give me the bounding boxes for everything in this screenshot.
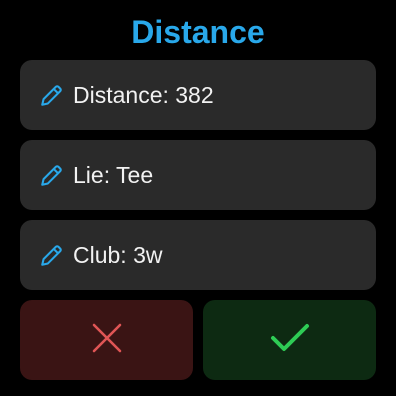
lie-field-label: Lie: Tee <box>73 162 154 188</box>
cancel-button[interactable] <box>20 300 193 380</box>
checkmark-icon <box>270 322 310 359</box>
confirm-button[interactable] <box>203 300 376 380</box>
pencil-icon <box>39 82 65 108</box>
pencil-icon <box>39 242 65 268</box>
page-title: Distance <box>131 14 265 50</box>
club-field-label: Club: 3w <box>73 242 163 268</box>
close-icon <box>91 322 123 359</box>
lie-field-row[interactable]: Lie: Tee <box>20 140 376 210</box>
pencil-icon <box>39 162 65 188</box>
distance-field-label: Distance: 382 <box>73 82 214 108</box>
distance-field-row[interactable]: Distance: 382 <box>20 60 376 130</box>
club-field-row[interactable]: Club: 3w <box>20 220 376 290</box>
